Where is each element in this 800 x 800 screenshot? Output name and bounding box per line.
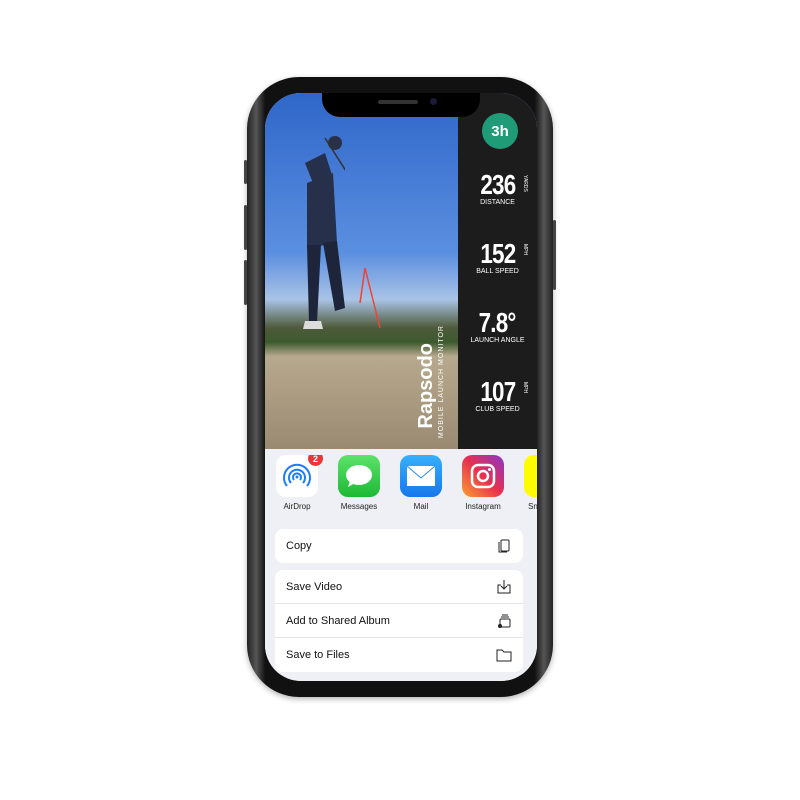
instagram-icon [470, 463, 496, 489]
action-save-to-files[interactable]: Save to Files [275, 638, 523, 672]
share-app-airdrop[interactable]: 2 AirDrop [269, 455, 325, 511]
brand-subtitle: MOBILE LAUNCH MONITOR [438, 325, 445, 439]
share-app-mail[interactable]: Mail [393, 455, 449, 511]
action-group-copy: Copy [275, 529, 523, 563]
mute-switch [244, 160, 247, 184]
action-add-to-shared-album[interactable]: Add to Shared Album [275, 604, 523, 638]
club-badge: 3h [482, 113, 518, 149]
notch [322, 93, 480, 117]
action-save-video[interactable]: Save Video [275, 570, 523, 604]
shared-album-icon [498, 614, 511, 628]
copy-icon [498, 539, 510, 553]
stat-distance: 236 YARDS DISTANCE [480, 169, 528, 206]
airdrop-icon [283, 463, 311, 487]
brand-name: Rapsodo [415, 343, 437, 429]
snapchat-icon [524, 455, 537, 497]
stat-launch-angle: 7.8° LAUNCH ANGLE [470, 307, 525, 344]
share-app-messages[interactable]: Messages [331, 455, 387, 511]
stats-panel: 3h 236 YARDS DISTANCE 152 MPH BALL SPEED 7.8… [458, 93, 537, 449]
volume-down-button [244, 260, 247, 305]
share-app-instagram[interactable]: Instagram [455, 455, 511, 511]
share-apps-row[interactable]: 2 AirDrop Messages Mail Instagram Snapch… [265, 455, 537, 525]
action-copy[interactable]: Copy [275, 529, 523, 563]
messages-icon [346, 465, 372, 487]
golfer-image [303, 136, 345, 329]
action-group-save: Save Video Add to Shared Album Save to F… [275, 570, 523, 672]
stat-club-speed: 107 MPH CLUB SPEED [475, 376, 528, 413]
folder-icon [496, 649, 512, 662]
notification-badge: 2 [308, 455, 323, 466]
video-preview[interactable]: 3h 236 YARDS DISTANCE 152 MPH BALL SPEED 7.8… [265, 93, 537, 449]
mail-icon [406, 465, 436, 486]
speaker [378, 100, 418, 104]
volume-up-button [244, 205, 247, 250]
stat-ball-speed: 152 MPH BALL SPEED [476, 238, 528, 275]
screen: 3h 236 YARDS DISTANCE 152 MPH BALL SPEED 7.8… [265, 93, 537, 681]
share-app-snapchat[interactable]: Snapchat [517, 455, 537, 511]
share-sheet: 2 AirDrop Messages Mail Instagram Snapch… [265, 449, 537, 681]
camera [430, 98, 437, 105]
side-button [553, 220, 556, 290]
ball-trace [359, 267, 381, 329]
save-icon [497, 579, 511, 593]
